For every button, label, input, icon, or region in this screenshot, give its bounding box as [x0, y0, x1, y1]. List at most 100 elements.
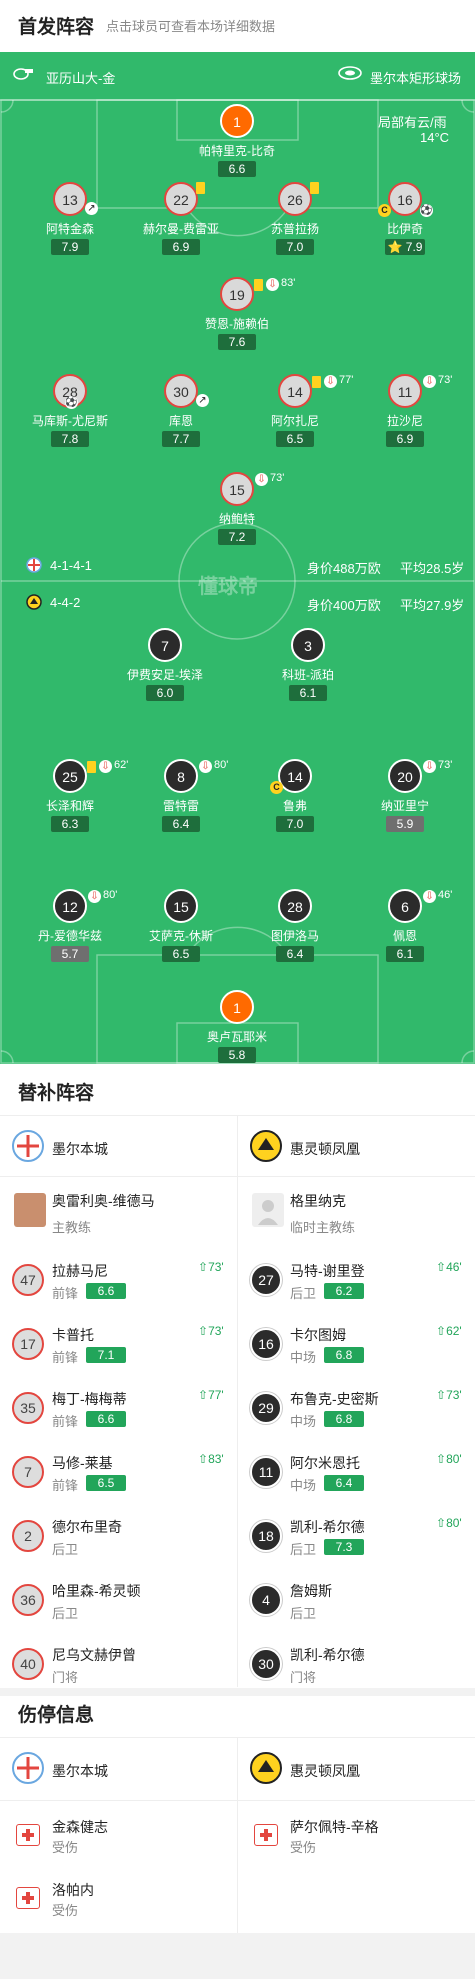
player-number: 18	[250, 1520, 282, 1552]
home-crest-icon	[26, 557, 42, 578]
player-number: 25	[53, 759, 87, 793]
player-number: 6	[388, 889, 422, 923]
player-home-22[interactable]: 22 赫尔曼-费雷亚 6.9	[126, 182, 236, 256]
sub-player-away[interactable]: 16 卡尔图姆 中场 6.8 ⇧62'	[238, 1314, 475, 1378]
yellow-card-icon	[87, 761, 96, 773]
player-home-1[interactable]: 1 帕特里克-比奇 6.6	[182, 104, 292, 178]
sub-player-home[interactable]: 7 马修-莱基 前锋 6.5 ⇧83'	[0, 1442, 237, 1506]
player-number: 22	[164, 182, 198, 216]
player-name: 佩恩	[392, 929, 417, 943]
injury-away-team: 惠灵顿凤凰	[238, 1738, 475, 1798]
player-position: 前锋	[52, 1350, 79, 1365]
player-home-14[interactable]: 14 阿尔扎尼 6.5 ⇩ 77'	[240, 374, 353, 448]
player-away-25[interactable]: 25 长泽和辉 6.3 ⇩ 62'	[15, 759, 128, 833]
sub-minute: 80'	[446, 1516, 462, 1530]
sub-player-away[interactable]: 4 詹姆斯 后卫	[238, 1570, 475, 1634]
sub-out-icon: ⇩	[423, 760, 436, 773]
player-number: 35	[12, 1392, 44, 1424]
sub-minute: 80'	[103, 889, 118, 901]
team-name: 惠灵顿凤凰	[290, 1141, 360, 1157]
player-away-20[interactable]: 20 纳亚里宁 5.9 ⇩ 73'	[350, 759, 460, 833]
captain-icon: C	[270, 781, 283, 794]
player-away-1[interactable]: 1 奥卢瓦耶米 5.8	[182, 990, 292, 1064]
sub-player-home[interactable]: 17 卡普托 前锋 7.1 ⇧73'	[0, 1314, 237, 1378]
sub-in-icon: ⇧73'	[198, 1324, 224, 1338]
player-away-8[interactable]: 8 雷特雷 6.4 ⇩ 80'	[126, 759, 236, 833]
injured-player[interactable]: 洛帕内 受伤	[0, 1869, 237, 1933]
player-number: 28	[278, 889, 312, 923]
sub-player-home[interactable]: 47 拉赫马尼 前锋 6.6 ⇧73'	[0, 1250, 237, 1314]
player-number: 16	[388, 182, 422, 216]
player-rating: 6.1	[386, 946, 424, 962]
player-position: 前锋	[52, 1286, 79, 1301]
player-rating: 7.2	[218, 529, 256, 545]
player-away-14[interactable]: 14 鲁弗 7.0 C	[240, 759, 350, 833]
player-name: 金森健志	[52, 1819, 108, 1835]
sub-player-away[interactable]: 27 马特-谢里登 后卫 6.2 ⇧46'	[238, 1250, 475, 1314]
team-name: 墨尔本城	[52, 1763, 108, 1779]
sub-minute: 73'	[438, 759, 453, 771]
sub-minute: 83'	[208, 1452, 224, 1466]
player-home-11[interactable]: 11 拉沙尼 6.9 ⇩ 73'	[350, 374, 460, 448]
player-name: 雷特雷	[162, 799, 199, 813]
sub-minute: 80'	[446, 1452, 462, 1466]
coach-name: 格里纳克	[290, 1193, 346, 1209]
player-number: 13	[53, 182, 87, 216]
player-name: 凯利-希尔德	[290, 1519, 365, 1535]
sub-player-home[interactable]: 36 哈里森-希灵顿 后卫	[0, 1570, 237, 1634]
player-name: 布鲁克-史密斯	[290, 1391, 379, 1407]
player-rating: 7.6	[218, 334, 256, 350]
player-away-3[interactable]: 3 科班-派珀 6.1	[253, 628, 363, 702]
sub-out-icon: ⇩	[99, 760, 112, 773]
player-rating: 5.7	[51, 946, 89, 962]
player-away-28[interactable]: 28 图伊洛马 6.4	[240, 889, 350, 963]
player-rating: 7.0	[276, 239, 314, 255]
player-away-7[interactable]: 7 伊费安足-埃泽 6.0	[110, 628, 220, 702]
player-number: 1	[220, 990, 254, 1024]
player-home-15[interactable]: 15 纳鲍特 7.2 ⇩ 73'	[182, 472, 292, 546]
player-rating: 6.4	[162, 816, 200, 832]
player-name: 纳亚里宁	[380, 799, 429, 813]
whistle-icon	[12, 66, 34, 85]
player-rating: 5.8	[218, 1047, 256, 1063]
player-home-16[interactable]: 16 比伊奇 ⭐ 7.9 C ⚽	[350, 182, 460, 256]
sub-minute: 73'	[208, 1260, 224, 1274]
injured-player[interactable]: 金森健志 受伤	[0, 1806, 237, 1870]
player-away-12[interactable]: 12 丹-爱德华兹 5.7 ⇩ 80'	[15, 889, 125, 963]
player-number: 2	[12, 1520, 44, 1552]
lineup-header: 首发阵容 点击球员可查看本场详细数据	[0, 0, 475, 52]
injury-status: 受伤	[52, 1840, 79, 1855]
injury-status: 受伤	[52, 1903, 79, 1918]
player-home-26[interactable]: 26 苏普拉扬 7.0	[240, 182, 350, 256]
player-home-30[interactable]: 30 库恩 7.7 ↗	[126, 374, 236, 448]
player-number: 3	[291, 628, 325, 662]
player-number: 30	[250, 1648, 282, 1680]
pitch: 亚历山大-金 墨尔本矩形球场 局部有云/雨 14°C 1 帕特里克-比奇 6.6…	[0, 52, 475, 1064]
sub-player-away[interactable]: 11 阿尔米恩托 中场 6.4 ⇧80'	[238, 1442, 475, 1506]
divider	[0, 1800, 475, 1801]
player-name: 苏普拉扬	[270, 222, 319, 236]
subs-away-team: 惠灵顿凤凰	[238, 1116, 475, 1176]
sub-player-home[interactable]: 35 梅丁-梅梅蒂 前锋 6.6 ⇧77'	[0, 1378, 237, 1442]
home-coach[interactable]: 奥雷利奥-维德马 主教练	[0, 1177, 237, 1253]
player-away-15[interactable]: 15 艾萨克-休斯 6.5	[126, 889, 236, 963]
player-position: 门将	[290, 1670, 317, 1685]
away-coach[interactable]: 格里纳克 临时主教练	[238, 1177, 475, 1253]
yellow-card-icon	[310, 182, 319, 194]
sub-player-home[interactable]: 2 德尔布里奇 后卫	[0, 1506, 237, 1570]
player-home-13[interactable]: 13 阿特金森 7.9 ↗	[15, 182, 125, 256]
injured-player[interactable]: 萨尔佩特-辛格 受伤	[238, 1806, 475, 1870]
sub-player-away[interactable]: 29 布鲁克-史密斯 中场 6.8 ⇧73'	[238, 1378, 475, 1442]
sub-in-icon: ⇧77'	[198, 1388, 224, 1402]
player-name: 阿尔米恩托	[290, 1455, 360, 1471]
player-name: 哈里森-希灵顿	[52, 1583, 141, 1599]
player-name: 鲁弗	[282, 799, 307, 813]
home-formation: 4-1-4-1	[50, 558, 92, 573]
player-home-28[interactable]: 28 马库斯-尤尼斯 7.8 ⚽	[15, 374, 125, 448]
player-away-6[interactable]: 6 佩恩 6.1 ⇩ 46'	[350, 889, 460, 963]
player-name: 马修-莱基	[52, 1455, 113, 1471]
sub-player-away[interactable]: 18 凯利-希尔德 后卫 7.3 ⇧80'	[238, 1506, 475, 1570]
away-crest-icon	[250, 1130, 282, 1162]
player-home-19[interactable]: 19 赞恩-施赖伯 7.6 ⇩ 83'	[182, 277, 295, 351]
player-number: 11	[388, 374, 422, 408]
